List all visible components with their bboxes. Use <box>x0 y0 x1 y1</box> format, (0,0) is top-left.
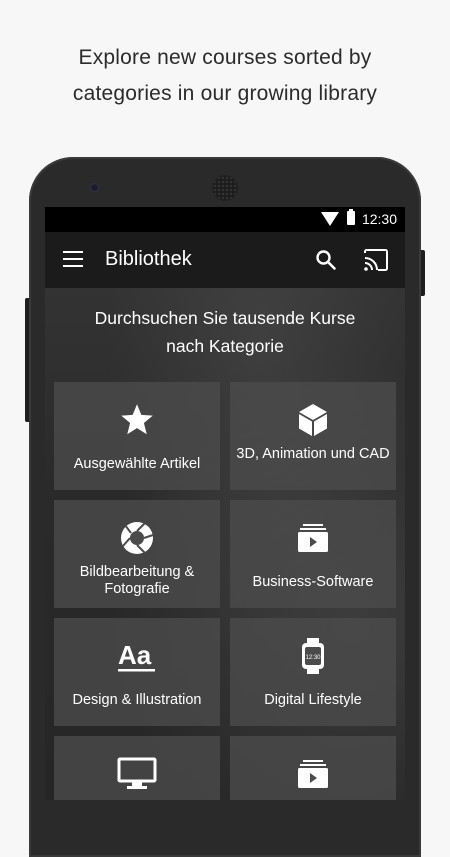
aperture-icon <box>54 518 220 558</box>
front-camera <box>90 183 99 192</box>
category-label: 3D, Animation und CAD <box>236 446 390 462</box>
category-tile-featured[interactable]: Ausgewählte Artikel <box>54 382 220 490</box>
app-title: Bibliothek <box>105 248 192 270</box>
video-stack-icon <box>230 518 396 558</box>
category-tile-photo-editing[interactable]: Bildbearbeitung & Fotografie <box>54 500 220 608</box>
svg-text:Aa: Aa <box>118 640 152 670</box>
cast-icon[interactable] <box>363 248 389 272</box>
page-headline: Durchsuchen Sie tausende Kurse nach Kate… <box>45 304 405 360</box>
category-label: Design & Illustration <box>72 692 202 708</box>
wifi-icon <box>321 212 339 226</box>
monitor-icon <box>54 754 220 794</box>
battery-icon <box>347 209 355 225</box>
video-stack-icon <box>230 754 396 794</box>
status-bar: 12:30 <box>45 207 405 232</box>
svg-text:12:30: 12:30 <box>305 655 321 661</box>
promo-text: Explore new courses sorted by categories… <box>0 40 450 112</box>
category-tile-monitor[interactable] <box>54 736 220 800</box>
star-icon <box>54 400 220 440</box>
category-tile-video[interactable] <box>230 736 396 800</box>
smartwatch-icon: 12:30 <box>230 636 396 676</box>
category-label: Business-Software <box>252 574 374 590</box>
category-label: Bildbearbeitung & Fotografie <box>79 564 195 597</box>
search-icon[interactable] <box>315 249 337 271</box>
category-tile-3d-animation-cad[interactable]: 3D, Animation und CAD <box>230 382 396 490</box>
category-tile-business-software[interactable]: Business-Software <box>230 500 396 608</box>
headline-line-1: Durchsuchen Sie tausende Kurse <box>94 308 356 328</box>
promo-line-2: categories in our growing library <box>72 82 378 105</box>
phone-speaker <box>212 175 238 201</box>
headline-line-2: nach Kategorie <box>166 336 284 356</box>
typography-icon: Aa <box>54 636 220 676</box>
category-tile-digital-lifestyle[interactable]: 12:30 Digital Lifestyle <box>230 618 396 726</box>
library-content: Durchsuchen Sie tausende Kurse nach Kate… <box>45 288 405 800</box>
app-bar: Bibliothek <box>45 232 405 288</box>
phone-screen: 12:30 Bibliothek Durchsuchen Sie tausend… <box>45 207 405 800</box>
category-label: Ausgewählte Artikel <box>73 456 201 472</box>
cube-icon <box>230 400 396 440</box>
promo-line-1: Explore new courses sorted by <box>78 46 372 69</box>
menu-icon[interactable] <box>63 251 83 267</box>
category-label: Digital Lifestyle <box>264 692 362 708</box>
category-tile-design-illustration[interactable]: Aa Design & Illustration <box>54 618 220 726</box>
status-time: 12:30 <box>361 211 397 227</box>
